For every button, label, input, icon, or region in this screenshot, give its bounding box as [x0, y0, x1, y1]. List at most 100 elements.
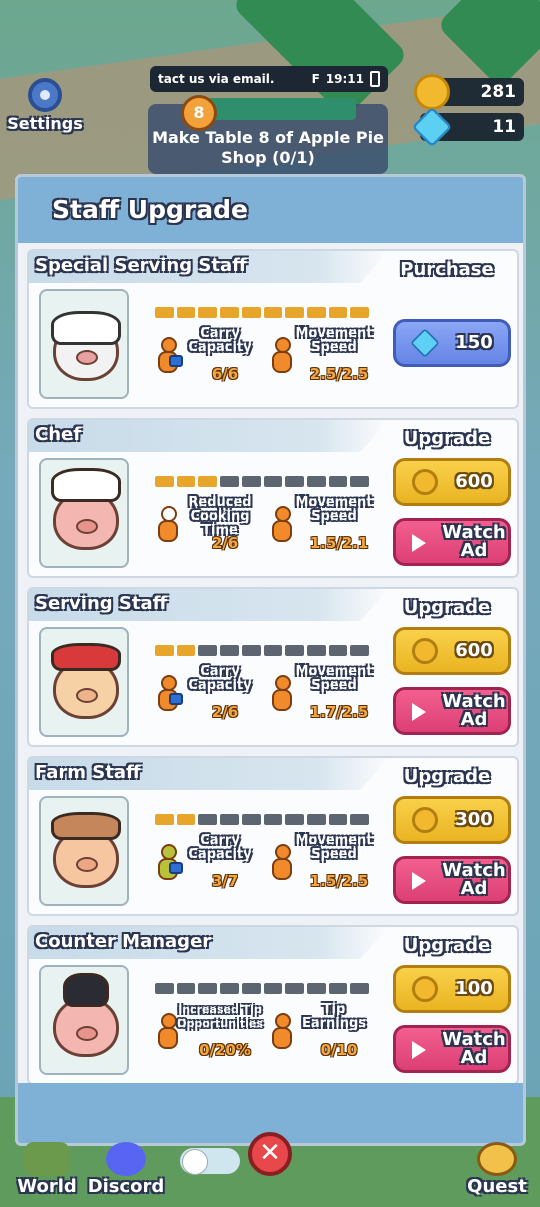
staff-name: Special Serving Staff — [35, 255, 247, 276]
level-segment — [198, 645, 218, 656]
quest-label: Quest — [467, 1176, 527, 1197]
level-segment — [328, 814, 348, 825]
level-segment — [198, 814, 218, 825]
level-segment — [176, 307, 196, 318]
panel-title: Staff Upgrade — [52, 195, 248, 224]
map-icon — [24, 1142, 70, 1176]
upgrade-label: Upgrade — [403, 428, 491, 449]
watch-ad-label: Watch Ad — [442, 691, 506, 730]
level-segment — [285, 814, 304, 825]
watch-ad-button[interactable]: Watch Ad — [393, 687, 511, 735]
level-segment — [241, 307, 261, 318]
level-segment — [285, 307, 304, 318]
level-segment — [155, 307, 174, 318]
play-icon — [412, 703, 426, 721]
stat-value: 6/6 — [211, 365, 239, 383]
level-segment — [176, 476, 196, 487]
price-label: 300 — [455, 809, 493, 830]
level-segment — [306, 645, 326, 656]
top-hat-pig-portrait-icon — [39, 965, 129, 1075]
staff-card-serving: Serving Staff Carry Capacity 2/6 Movemen… — [27, 587, 519, 747]
stat-value: 2.5/2.5 — [309, 365, 369, 383]
stat-movement-speed: Movement Speed 1.5/2.5 — [269, 834, 381, 904]
price-label: 600 — [455, 471, 493, 492]
gem-counter: 11 — [411, 106, 524, 148]
discord-icon — [106, 1142, 146, 1176]
coin-amount: 281 — [480, 82, 517, 102]
stat-label: Carry Capacity — [188, 664, 252, 693]
level-segment — [220, 814, 239, 825]
level-segment — [220, 645, 239, 656]
farmer-pig-portrait-icon — [39, 796, 129, 906]
stat-value: 1.7/2.5 — [309, 703, 369, 721]
watch-ad-button[interactable]: Watch Ad — [393, 1025, 511, 1073]
close-icon: ✕ — [259, 1138, 281, 1168]
toggle-switch[interactable] — [180, 1148, 240, 1175]
upgrade-button[interactable]: 600 — [393, 458, 511, 506]
world-label: World — [17, 1176, 77, 1197]
level-segment — [263, 983, 283, 994]
stat-label: Increased Tip Opportunities — [177, 1003, 263, 1030]
level-segment — [176, 814, 196, 825]
level-segment — [155, 645, 174, 656]
level-segment — [263, 814, 283, 825]
level-segment — [198, 983, 218, 994]
upgrade-button[interactable]: 100 — [393, 965, 511, 1013]
purchase-button[interactable]: 150 — [393, 319, 511, 367]
stat-label: Movement Speed — [295, 664, 373, 693]
stat-movement-speed: Movement Speed 2.5/2.5 — [269, 327, 381, 397]
level-segment — [306, 307, 326, 318]
world-button[interactable]: World — [14, 1142, 80, 1197]
level-segment — [328, 476, 348, 487]
quest-number-badge: 8 — [181, 95, 217, 131]
staff-card-farm: Farm Staff Carry Capacity 3/7 Movement S… — [27, 756, 519, 916]
stat-carry-capacity: Carry Capacity 3/7 — [155, 834, 267, 904]
stat-value: 3/7 — [211, 872, 239, 890]
coin-icon — [414, 74, 450, 110]
stat-value: 1.5/2.5 — [309, 872, 369, 890]
discord-button[interactable]: Discord — [86, 1142, 166, 1197]
level-segment — [176, 983, 196, 994]
stat-value: 0/10 — [320, 1041, 358, 1059]
level-segment — [285, 476, 304, 487]
level-segment — [155, 814, 174, 825]
quest-progress-bar — [200, 98, 356, 120]
chef-pig-portrait-icon — [39, 458, 129, 568]
compass-icon — [477, 1142, 517, 1176]
quest-text: Make Table 8 of Apple Pie Shop (0/1) — [152, 128, 384, 167]
level-segment — [350, 645, 370, 656]
watch-ad-button[interactable]: Watch Ad — [393, 518, 511, 566]
clock: 19:11 — [325, 72, 364, 86]
level-segment — [263, 645, 283, 656]
upgrade-button[interactable]: 300 — [393, 796, 511, 844]
staff-name: Farm Staff — [35, 762, 141, 783]
coin-counter: 281 — [414, 74, 524, 110]
price-label: 150 — [455, 332, 493, 353]
stat-value: 2/6 — [211, 703, 239, 721]
close-button[interactable]: ✕ — [248, 1132, 292, 1176]
play-icon — [412, 872, 426, 890]
stat-tip-earnings: Tip Earnings 0/10 — [269, 1003, 381, 1073]
quest-button[interactable]: Quest — [462, 1142, 532, 1197]
price-label: 600 — [455, 640, 493, 661]
status-ticker: tact us via email. F 19:11 — [150, 66, 388, 92]
stat-tip-opportunities: Increased Tip Opportunities 0/20% — [155, 1003, 267, 1073]
panel-header: Staff Upgrade — [18, 177, 523, 243]
level-segment — [328, 983, 348, 994]
level-segment — [306, 814, 326, 825]
settings-button[interactable]: Settings — [6, 78, 84, 133]
upgrade-label: Upgrade — [403, 935, 491, 956]
gem-icon — [410, 328, 440, 358]
level-segment — [263, 476, 283, 487]
stat-carry-capacity: Carry Capacity 6/6 — [155, 327, 267, 397]
stat-movement-speed: Movement Speed 1.7/2.5 — [269, 665, 381, 735]
level-segment — [263, 307, 283, 318]
level-bar — [155, 814, 370, 825]
level-segment — [241, 983, 261, 994]
coin-icon — [412, 638, 438, 664]
coin-icon — [412, 807, 438, 833]
watch-ad-button[interactable]: Watch Ad — [393, 856, 511, 904]
upgrade-button[interactable]: 600 — [393, 627, 511, 675]
level-segment — [220, 476, 239, 487]
staff-name: Counter Manager — [35, 931, 212, 952]
